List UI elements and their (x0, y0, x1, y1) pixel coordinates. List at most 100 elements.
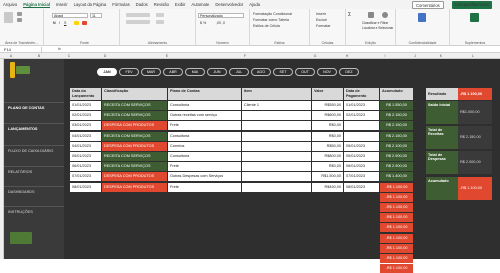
addins-icon[interactable] (470, 13, 479, 22)
table-cell-item[interactable] (242, 172, 311, 182)
conditional-format-button[interactable]: Formatação Condicional (253, 12, 292, 16)
currency-icon[interactable]: $ % (200, 21, 206, 25)
sort-filter-icon[interactable] (368, 12, 374, 18)
share-button[interactable]: Compartilhamento (451, 1, 492, 9)
format-button[interactable]: Formatar (316, 24, 331, 28)
table-cell-plan[interactable]: Consultoria (168, 101, 241, 110)
table-cell-paydate[interactable] (344, 131, 379, 141)
month-tab-nov[interactable]: NOV (317, 68, 337, 76)
align-top-icon[interactable] (126, 13, 150, 17)
sidebar-item-5[interactable]: INSTRUÇÕES (8, 210, 33, 214)
menu-item-3[interactable]: Layout da Página (74, 2, 107, 7)
table-cell-class[interactable]: DESPESA COM PRODUTOS (102, 182, 167, 192)
merge-icon[interactable] (156, 20, 164, 24)
table-cell-class[interactable]: RECEITA COM SERVIÇOS (102, 131, 167, 141)
table-cell-value[interactable]: R$800,00 (312, 152, 343, 161)
table-cell-plan[interactable]: Consultoria (168, 152, 241, 161)
table-cell-class[interactable]: RECEITA COM SERVIÇOS (102, 101, 167, 110)
month-tab-fev[interactable]: FEV (119, 68, 139, 76)
table-cell-value[interactable]: R$1.500,00 (312, 172, 343, 182)
table-cell-item[interactable] (242, 121, 311, 131)
align-left-icon[interactable] (126, 20, 150, 24)
table-cell-plan[interactable]: Outras Despesas com Serviços (168, 172, 241, 182)
format-table-button[interactable]: Formatar como Tabela (253, 18, 289, 22)
table-cell-date[interactable]: 04/01/2023 (70, 141, 101, 151)
table-cell-paydate[interactable]: 08/01/2023 (344, 182, 379, 192)
table-cell-date[interactable]: 08/01/2023 (70, 182, 101, 192)
table-cell-item[interactable] (242, 162, 311, 172)
paste-icon[interactable] (4, 12, 13, 23)
font-color-icon[interactable] (82, 21, 87, 25)
table-cell-paydate[interactable]: 06/01/2023 (344, 162, 379, 172)
month-tab-ago[interactable]: AGO (251, 68, 271, 76)
table-cell-class[interactable]: DESPESA COM PRODUTOS (102, 121, 167, 131)
month-tab-jun[interactable]: JUN (207, 68, 227, 76)
copy-icon[interactable] (17, 18, 22, 22)
table-cell-value[interactable]: R$550,00 (312, 101, 343, 110)
insert-button[interactable]: Inserir (316, 12, 326, 16)
table-cell-class[interactable]: DESPESA COM PRODUTOS (102, 172, 167, 182)
table-cell-value[interactable]: R$0,00 (312, 121, 343, 131)
table-cell-item[interactable] (242, 182, 311, 192)
table-cell-value[interactable]: R$450,00 (312, 182, 343, 192)
table-cell-date[interactable]: 06/01/2023 (70, 162, 101, 172)
table-cell-plan[interactable]: Outras receitas com serviço (168, 111, 241, 121)
menu-item-6[interactable]: Revisão (154, 2, 169, 7)
italic-icon[interactable]: I (59, 21, 60, 25)
wrap-text-icon[interactable] (156, 13, 164, 17)
table-cell-value[interactable]: R$0,00 (312, 131, 343, 141)
menu-item-1[interactable]: Página Inicial (23, 2, 50, 8)
font-size-select[interactable]: 11 (90, 13, 102, 18)
delete-button[interactable]: Excluir (316, 18, 327, 22)
number-format-select[interactable]: Personalizado (198, 13, 244, 18)
font-name-select[interactable]: Abadi (52, 13, 88, 18)
table-cell-item[interactable] (242, 131, 311, 141)
name-box[interactable]: F14 (2, 47, 42, 52)
table-cell-paydate[interactable] (344, 121, 379, 131)
month-tab-set[interactable]: SET (273, 68, 293, 76)
month-tab-abr[interactable]: ABR (163, 68, 183, 76)
menu-item-2[interactable]: Inserir (56, 2, 68, 7)
find-select-icon[interactable] (382, 12, 388, 18)
fx-icon[interactable]: fx (58, 47, 61, 51)
table-cell-paydate[interactable]: 05/01/2023 (344, 141, 379, 151)
cell-styles-button[interactable]: Estilos de Célula (253, 24, 280, 28)
table-cell-date[interactable]: 03/01/2023 (70, 121, 101, 131)
month-tab-out[interactable]: OUT (295, 68, 315, 76)
table-cell-value[interactable]: R$600,00 (312, 111, 343, 121)
table-cell-plan[interactable]: Frete (168, 182, 241, 192)
table-cell-value[interactable]: R$50,00 (312, 141, 343, 151)
sidebar-item-0[interactable]: PLANO DE CONTAS (8, 106, 44, 110)
autosum-icon[interactable]: Σ (348, 12, 351, 18)
table-cell-plan[interactable]: Frete (168, 162, 241, 172)
table-cell-item[interactable] (242, 152, 311, 161)
sidebar-item-4[interactable]: DASHBOARDS (8, 190, 35, 194)
month-tab-jan[interactable]: JAN (97, 68, 117, 76)
fill-color-icon[interactable] (74, 21, 79, 25)
underline-icon[interactable]: S (64, 21, 66, 25)
bold-icon[interactable]: N (53, 21, 56, 25)
table-cell-class[interactable]: RECEITA COM SERVIÇOS (102, 152, 167, 161)
table-cell-date[interactable]: 02/01/2023 (70, 111, 101, 121)
cut-icon[interactable] (17, 12, 22, 16)
table-cell-item[interactable]: Cliente 1 (242, 101, 311, 110)
table-cell-class[interactable]: RECEITA COM SERVIÇOS (102, 111, 167, 121)
sidebar-item-3[interactable]: RELATÓRIOS (8, 170, 32, 174)
sensitivity-icon[interactable] (418, 13, 426, 22)
menu-item-0[interactable]: Arquivo (3, 2, 17, 7)
month-tab-dez[interactable]: DEZ (339, 68, 359, 76)
table-cell-paydate[interactable]: 07/01/2023 (344, 172, 379, 182)
table-cell-item[interactable] (242, 141, 311, 151)
menu-item-7[interactable]: Exibir (175, 2, 185, 7)
menu-item-10[interactable]: Ajuda (249, 2, 260, 7)
table-cell-date[interactable]: 05/01/2023 (70, 152, 101, 161)
month-tab-mai[interactable]: MAI (185, 68, 205, 76)
comments-button[interactable]: Comentários (412, 1, 444, 9)
menu-item-8[interactable]: Automate (191, 2, 209, 7)
decimal-icon[interactable]: ,00 ,0 (216, 21, 225, 25)
table-cell-class[interactable]: RECEITA COM SERVIÇOS (102, 162, 167, 172)
table-cell-paydate[interactable]: 02/01/2023 (344, 111, 379, 121)
month-tab-mar[interactable]: MAR (141, 68, 161, 76)
table-cell-plan[interactable]: Frete (168, 121, 241, 131)
table-cell-date[interactable]: 07/01/2023 (70, 172, 101, 182)
